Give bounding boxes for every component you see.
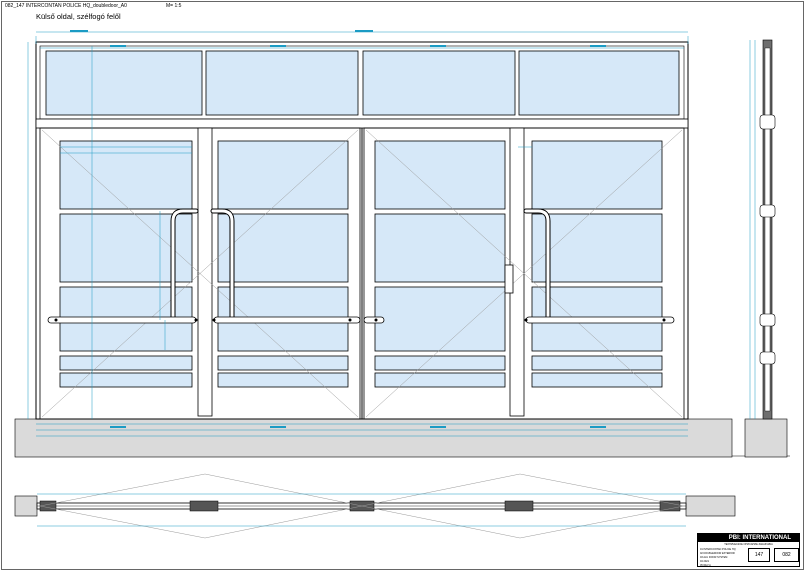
glass-1-top <box>59 140 193 210</box>
glass-2-mid <box>217 213 349 283</box>
title-block: PBI: INTERNATIONAL ТЕХНИЧЕСКОЕ ОПИСАНИЕ … <box>697 533 800 567</box>
transom-panel-2 <box>205 50 359 116</box>
title-block-row: 04 2021 <box>700 560 710 563</box>
glass-2-top <box>217 140 349 210</box>
glass-3-low <box>374 286 506 352</box>
title-block-row: 01 INTERCONTAN POLICE HQ <box>700 548 736 551</box>
title-block-row: 02 DOUBLEDOOR EXTERIOR <box>700 552 735 555</box>
technical-drawing <box>1 1 804 570</box>
plan-wall-right <box>685 495 736 517</box>
title-block-row: 03 ALU DOOR SYSTEM <box>700 556 728 559</box>
drawing-number: 147 <box>748 548 770 562</box>
stile-left <box>197 127 213 417</box>
side-floor <box>744 418 788 458</box>
plan-wall-left <box>14 495 38 517</box>
floor-slab <box>14 418 733 458</box>
transom-panel-3 <box>362 50 516 116</box>
glass-4-top <box>531 140 663 210</box>
plan-view <box>14 473 736 539</box>
side-section <box>744 39 788 458</box>
view-title: Külső oldal, szélfogó felől <box>36 12 121 21</box>
glass-3-top <box>374 140 506 210</box>
transom-panel-1 <box>45 50 203 116</box>
title-block-subtitle: ТЕХНИЧЕСКОЕ ОПИСАНИЕ ЗАКАЗЧИКА <box>724 543 773 546</box>
transom-panel-4 <box>518 50 680 116</box>
front-elevation <box>14 30 733 458</box>
side-dimension-lines <box>749 40 756 419</box>
drawing-scale: M= 1:5 <box>166 3 182 9</box>
glass-3-mid <box>374 213 506 283</box>
project-number: 082 <box>774 548 799 562</box>
glass-4-mid <box>531 213 663 283</box>
firm-name: PBI: INTERNATIONAL <box>698 534 799 542</box>
drawing-id: 082_147 INTERCONTAN POLICE HQ_doubledoor… <box>5 3 127 9</box>
transom-bar <box>35 118 689 129</box>
lock-cylinder <box>504 264 514 294</box>
drawing-sheet: 082_147 INTERCONTAN POLICE HQ_doubledoor… <box>0 0 805 571</box>
title-block-row: 05 REV A <box>700 564 711 567</box>
